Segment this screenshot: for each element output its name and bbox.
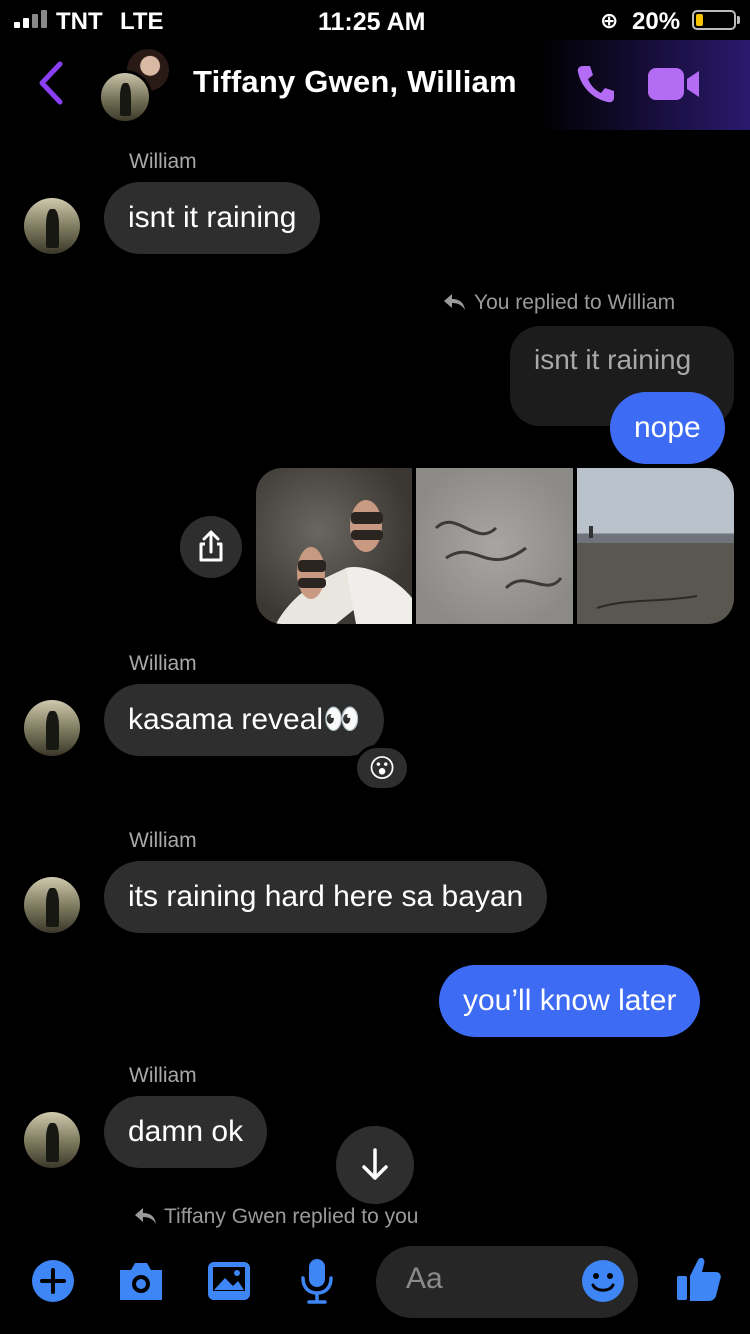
orientation-lock-icon: ⊕ xyxy=(600,8,619,33)
battery-cap xyxy=(737,16,740,24)
emoji-icon[interactable] xyxy=(580,1258,626,1304)
quoted-text: isnt it raining xyxy=(534,344,692,375)
photo-feet-sandals[interactable] xyxy=(256,468,412,624)
status-bar: TNT LTE 11:25 AM ⊕ 20% xyxy=(0,0,750,40)
sender-name: William xyxy=(129,1064,197,1087)
sender-name: William xyxy=(129,652,197,675)
sender-name: William xyxy=(129,150,197,173)
avatar[interactable] xyxy=(24,700,80,756)
signal-icon xyxy=(14,10,47,28)
message-input-placeholder: Aa xyxy=(406,1262,443,1295)
back-chevron-icon[interactable] xyxy=(34,58,74,108)
microphone-icon[interactable] xyxy=(298,1256,336,1306)
carrier-label: TNT xyxy=(56,8,103,35)
gallery-icon[interactable] xyxy=(205,1258,253,1304)
battery-icon xyxy=(692,10,736,30)
conversation-title[interactable]: Tiffany Gwen, William xyxy=(193,64,517,100)
incoming-message[interactable]: kasama reveal👀 xyxy=(104,684,385,756)
incoming-message[interactable]: isnt it raining xyxy=(104,182,321,254)
avatar[interactable] xyxy=(24,198,80,254)
incoming-message[interactable]: damn ok xyxy=(104,1096,268,1168)
outgoing-message[interactable]: nope xyxy=(610,392,725,464)
avatar-william xyxy=(98,70,152,124)
thumbs-up-icon[interactable] xyxy=(674,1254,724,1304)
video-call-icon[interactable] xyxy=(646,64,702,104)
reply-note: You replied to William xyxy=(474,291,676,314)
network-label: LTE xyxy=(120,8,164,35)
reply-note: Tiffany Gwen replied to you xyxy=(164,1205,419,1228)
photo-sand-drawing[interactable] xyxy=(416,468,573,624)
outgoing-message[interactable]: you’ll know later xyxy=(439,965,701,1037)
status-time: 11:25 AM xyxy=(318,8,426,36)
sender-name: William xyxy=(129,829,197,852)
photo-beach[interactable] xyxy=(577,468,734,624)
incoming-message[interactable]: its raining hard here sa bayan xyxy=(104,861,548,933)
group-avatar[interactable] xyxy=(98,46,178,124)
scroll-to-bottom-button[interactable] xyxy=(336,1126,414,1204)
arrow-down-icon xyxy=(362,1148,388,1180)
reply-arrow-icon xyxy=(135,1208,156,1224)
reply-arrow-icon xyxy=(444,294,465,310)
plus-icon[interactable] xyxy=(30,1258,76,1304)
avatar[interactable] xyxy=(24,877,80,933)
share-button[interactable] xyxy=(180,516,242,578)
reaction-badge[interactable]: 😮 xyxy=(354,745,410,791)
battery-percent: 20% xyxy=(632,8,681,35)
share-icon xyxy=(199,530,223,562)
phone-call-icon[interactable] xyxy=(574,62,618,106)
header-glow xyxy=(540,40,750,130)
camera-icon[interactable] xyxy=(116,1258,166,1304)
avatar[interactable] xyxy=(24,1112,80,1168)
